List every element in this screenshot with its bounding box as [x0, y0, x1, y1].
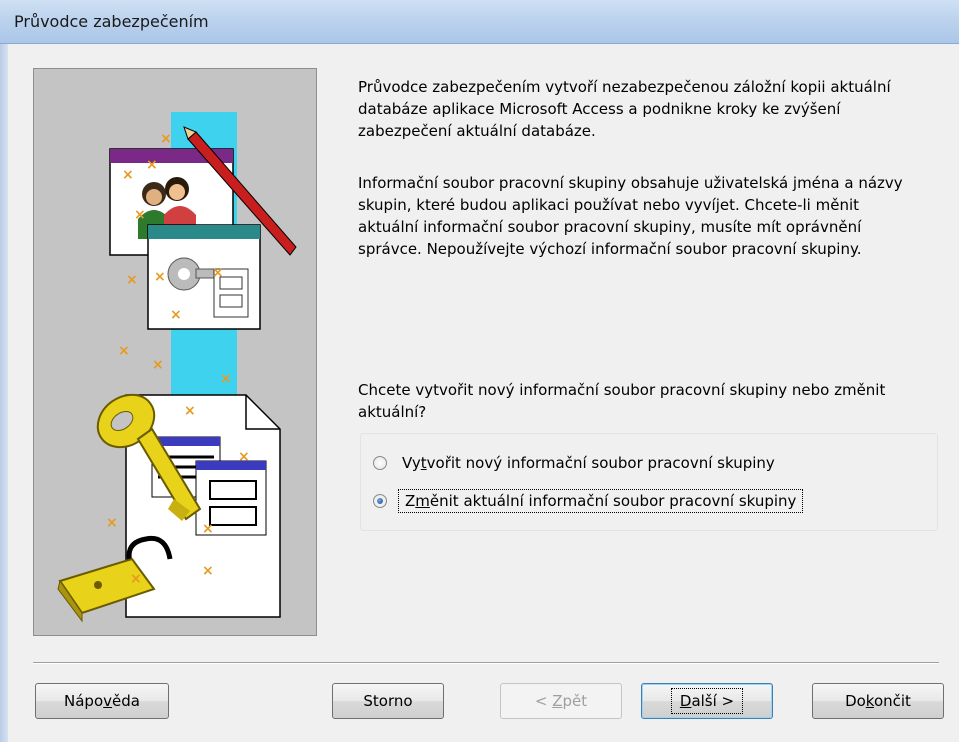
button-separator — [33, 662, 939, 664]
svg-text:×: × — [126, 272, 138, 288]
wizard-illustration: × × × × × × × × × × × × × × × × × — [33, 68, 317, 636]
next-button[interactable]: Další > — [641, 683, 773, 719]
question-text: Chcete vytvořit nový informační soubor p… — [358, 381, 886, 421]
svg-text:×: × — [238, 449, 250, 465]
help-button[interactable]: Nápověda — [35, 683, 169, 719]
svg-text:×: × — [154, 269, 166, 285]
svg-text:×: × — [202, 521, 214, 537]
svg-text:×: × — [160, 131, 172, 147]
workgroup-option-group: Vytvořit nový informační soubor pracovní… — [360, 433, 938, 531]
svg-text:×: × — [118, 343, 130, 359]
workgroup-info-text: Informační soubor pracovní skupiny obsah… — [358, 174, 903, 258]
svg-text:×: × — [152, 357, 164, 373]
window-frame-left — [0, 44, 8, 742]
svg-text:×: × — [184, 403, 196, 419]
option-create-new[interactable]: Vytvořit nový informační soubor pracovní… — [373, 450, 778, 476]
option-modify-current[interactable]: Změnit aktuální informační soubor pracov… — [373, 488, 804, 514]
svg-text:×: × — [220, 371, 232, 387]
svg-text:×: × — [106, 515, 118, 531]
radio-modify-current[interactable] — [373, 494, 387, 508]
option-modify-current-label[interactable]: Změnit aktuální informační soubor pracov… — [397, 489, 804, 513]
svg-text:×: × — [134, 207, 146, 223]
security-wizard-art-icon: ××× ×× × ××× ××× ××× ×× — [57, 112, 297, 623]
svg-text:×: × — [130, 571, 142, 587]
svg-text:×: × — [202, 563, 214, 579]
svg-text:×: × — [212, 265, 224, 281]
wizard-intro-text: Průvodce zabezpečením vytvoří nezabezpeč… — [358, 78, 891, 140]
svg-text:×: × — [170, 307, 182, 323]
option-create-new-label[interactable]: Vytvořit nový informační soubor pracovní… — [399, 453, 778, 473]
svg-text:×: × — [122, 167, 134, 183]
finish-button[interactable]: Dokončit — [812, 683, 944, 719]
title-bar[interactable]: Průvodce zabezpečením — [0, 0, 959, 44]
back-button[interactable]: < Zpět — [500, 683, 622, 719]
cancel-button[interactable]: Storno — [332, 683, 444, 719]
radio-create-new[interactable] — [373, 456, 387, 470]
svg-text:×: × — [146, 157, 158, 173]
window-title: Průvodce zabezpečením — [14, 12, 209, 31]
